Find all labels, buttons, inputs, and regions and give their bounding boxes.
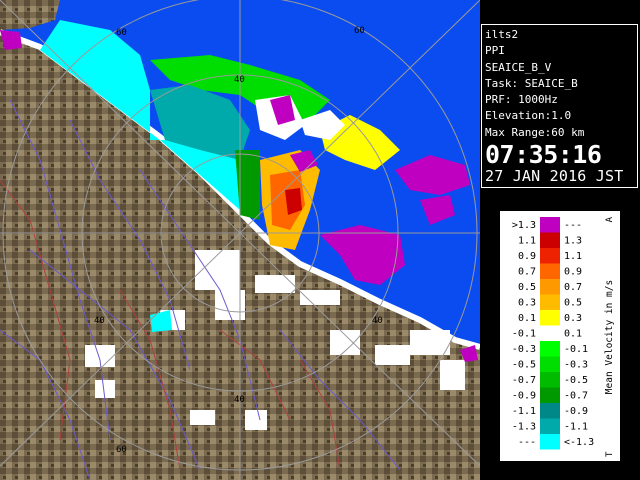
legend-label-high: 1.1 bbox=[564, 251, 582, 262]
legend-label-low: 0.5 bbox=[518, 282, 536, 293]
legend-label-high: -0.9 bbox=[564, 406, 588, 417]
legend-label-high: 0.1 bbox=[564, 329, 582, 340]
max-range-value: Max Range:60 km bbox=[485, 125, 585, 139]
elevation-value: Elevation:1.0 bbox=[485, 109, 572, 123]
legend-swatch bbox=[540, 294, 560, 310]
radar-ppi-map: 60 60 40 40 40 40 60 bbox=[0, 0, 480, 480]
legend-label-low: 1.1 bbox=[518, 236, 536, 247]
legend-swatch bbox=[540, 310, 560, 326]
legend-label-low: -0.1 bbox=[512, 329, 536, 340]
legend-label-low: -1.1 bbox=[512, 406, 536, 417]
legend-label-low: -0.7 bbox=[512, 375, 536, 386]
scan-mode: PPI bbox=[485, 44, 505, 58]
legend-swatch bbox=[540, 434, 560, 450]
legend-swatch bbox=[540, 232, 560, 248]
legend-graphic: >1.3 --- 1.1 1.3 0.9 1.1 0.7 0.9 0.5 0.7 0.3 0.5 0.1… bbox=[512, 216, 615, 457]
ring-label: 40 bbox=[372, 316, 383, 326]
legend-label-high: 0.5 bbox=[564, 298, 582, 309]
legend-label-low: 0.9 bbox=[518, 251, 536, 262]
legend-label-high: 0.3 bbox=[564, 313, 582, 324]
site-name: ilts2 bbox=[485, 28, 519, 41]
legend-swatch bbox=[540, 418, 560, 434]
velocity-legend: >1.3 --- 1.1 1.3 0.9 1.1 0.7 0.9 0.5 0.7 0.3 0.5 0.1… bbox=[499, 210, 621, 462]
legend-label-high: 0.7 bbox=[564, 282, 582, 293]
legend-label-low: -0.9 bbox=[512, 391, 536, 402]
product-name: SEAICE_B_V bbox=[485, 60, 552, 74]
legend-label-high: -0.5 bbox=[564, 375, 588, 386]
radar-info-panel: ilts2 PPI SEAICE_B_V Task: SEAICE_B PRF:… bbox=[481, 24, 638, 188]
legend-swatch bbox=[540, 217, 560, 233]
ring-label: 40 bbox=[234, 75, 245, 85]
legend-label-low: -0.5 bbox=[512, 360, 536, 371]
legend-swatch bbox=[540, 372, 560, 388]
ring-label: 60 bbox=[116, 28, 127, 38]
legend-swatch bbox=[540, 387, 560, 403]
legend-swatch bbox=[540, 356, 560, 372]
legend-label-high: -0.7 bbox=[564, 391, 588, 402]
legend-swatch bbox=[540, 279, 560, 295]
legend-label-low: 0.7 bbox=[518, 267, 536, 278]
task-name: Task: SEAICE_B bbox=[485, 76, 578, 90]
legend-swatch bbox=[540, 263, 560, 279]
scan-date: 27 JAN 2016 JST bbox=[485, 167, 624, 186]
legend-top-marker: A bbox=[605, 216, 615, 222]
legend-swatch bbox=[540, 341, 560, 357]
ring-label: 60 bbox=[354, 26, 365, 36]
legend-label-low: -0.3 bbox=[512, 344, 536, 355]
legend-label-low: 0.1 bbox=[518, 313, 536, 324]
ring-label: 60 bbox=[116, 445, 127, 455]
legend-label-high: -1.1 bbox=[564, 422, 588, 433]
legend-label-high: --- bbox=[564, 220, 582, 231]
ring-label: 40 bbox=[94, 316, 105, 326]
legend-bottom-marker: T bbox=[605, 451, 615, 457]
legend-swatch bbox=[540, 403, 560, 419]
legend-swatch bbox=[540, 248, 560, 264]
legend-label-low: -1.3 bbox=[512, 422, 536, 433]
legend-label-high: 0.9 bbox=[564, 267, 582, 278]
legend-label-high: -0.1 bbox=[564, 344, 588, 355]
ring-label: 40 bbox=[234, 395, 245, 405]
legend-label-low: --- bbox=[518, 437, 536, 448]
legend-label-low: >1.3 bbox=[512, 220, 536, 231]
legend-label-high: -0.3 bbox=[564, 360, 588, 371]
legend-label-high: 1.3 bbox=[564, 236, 582, 247]
scan-time: 07:35:16 bbox=[485, 140, 602, 170]
prf-value: PRF: 1000Hz bbox=[485, 93, 558, 107]
legend-title: Mean Velocity in m/s bbox=[604, 280, 615, 394]
legend-label-low: 0.3 bbox=[518, 298, 536, 309]
legend-swatch bbox=[540, 325, 560, 341]
legend-label-high: <-1.3 bbox=[564, 437, 594, 448]
